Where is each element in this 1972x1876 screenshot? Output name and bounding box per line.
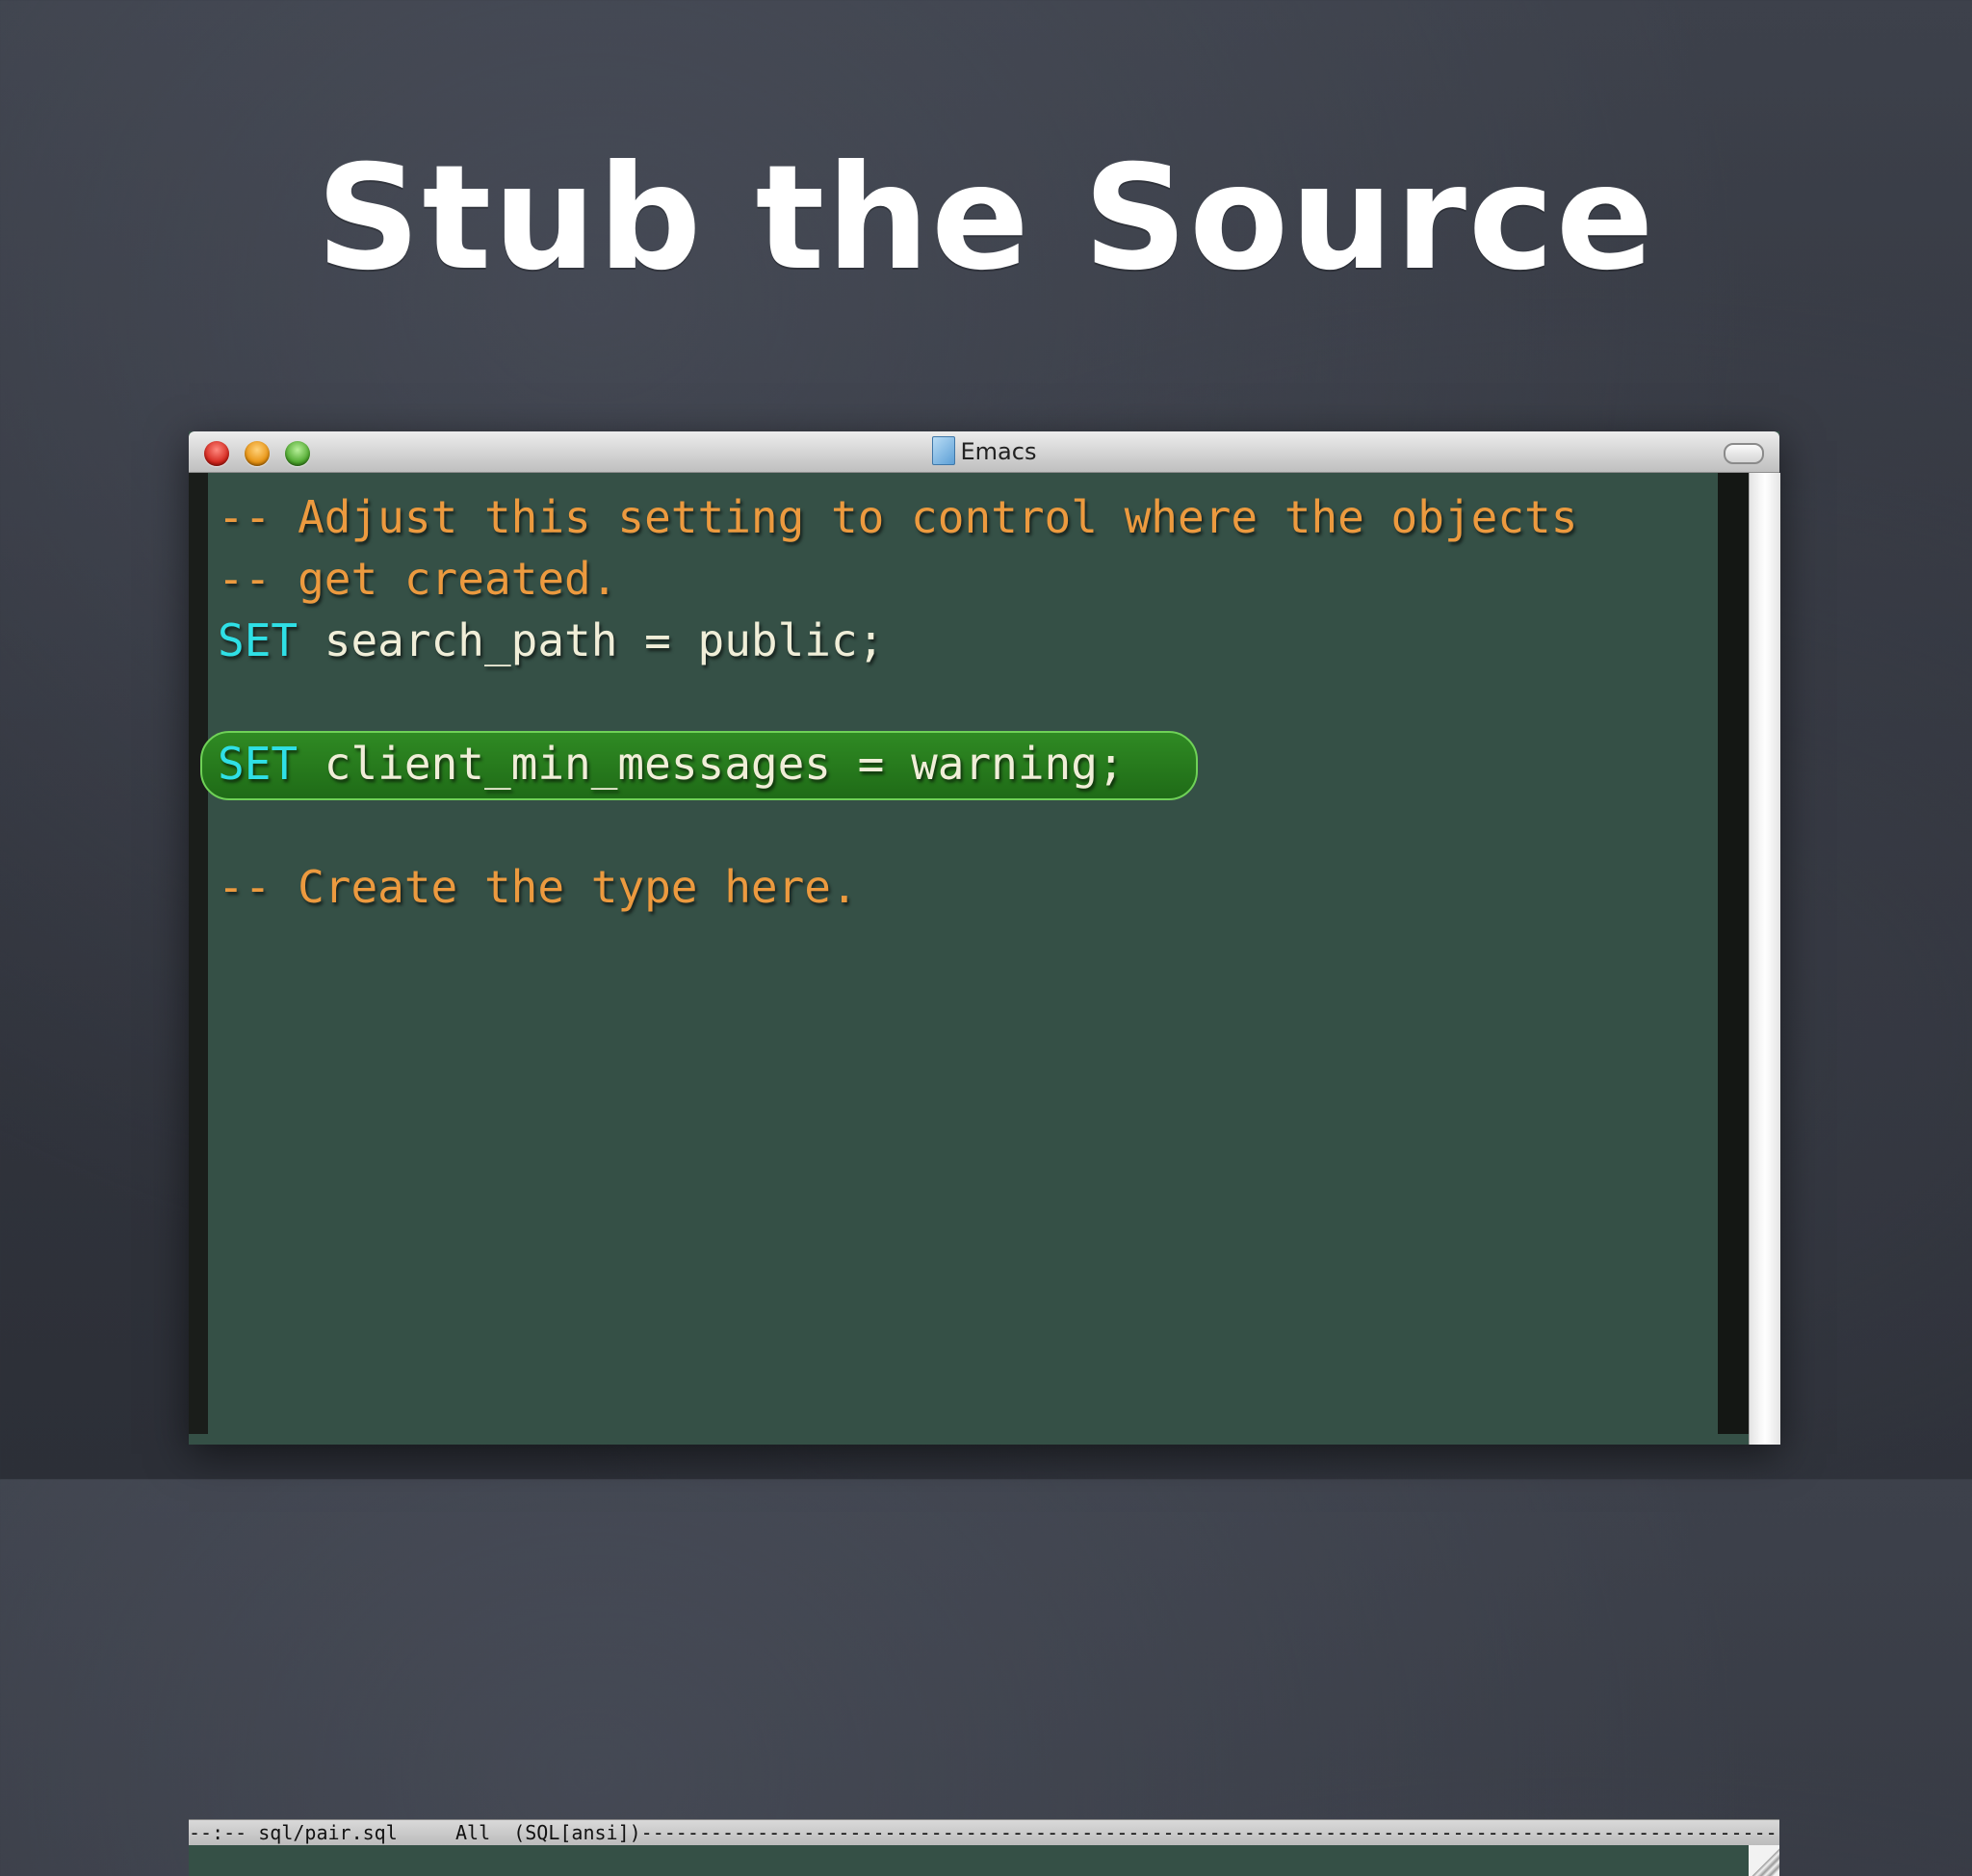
left-fringe <box>189 473 208 1434</box>
editor-buffer[interactable]: -- Adjust this setting to control where … <box>200 473 1718 1434</box>
code-token-keyword: SET <box>218 614 298 666</box>
code-line: -- get created. <box>218 548 617 610</box>
modeline-fill: ----------------------------------------… <box>640 1821 1779 1844</box>
modeline-status: --:-- <box>189 1821 247 1844</box>
toolbar-toggle-icon[interactable] <box>1724 443 1764 464</box>
code-token-plain: client_min_messages = warning; <box>298 738 1125 790</box>
resize-grip-icon[interactable] <box>1749 1845 1779 1876</box>
document-icon <box>931 436 955 465</box>
mode-line: --:-- sql/pair.sql All (SQL[ansi])------… <box>189 1819 1779 1846</box>
right-fringe <box>1718 473 1749 1434</box>
code-line-highlighted: SET client_min_messages = warning; <box>218 733 1125 795</box>
modeline-mode: (SQL[ansi]) <box>513 1821 641 1844</box>
echo-area[interactable] <box>189 1845 1749 1876</box>
code-token-plain: search_path = public; <box>298 614 885 666</box>
window-title-text: Emacs <box>960 438 1037 465</box>
code-line: -- Create the type here. <box>218 856 858 918</box>
window-title: Emacs <box>189 431 1779 472</box>
vertical-scrollbar[interactable] <box>1749 473 1780 1445</box>
window-titlebar[interactable]: Emacs <box>189 431 1779 473</box>
code-token-comment: -- get created. <box>218 553 618 605</box>
modeline-buffer-name: sql/pair.sql <box>258 1821 398 1844</box>
code-token-comment: -- Adjust this setting to control where … <box>218 491 1578 543</box>
code-line: -- Adjust this setting to control where … <box>218 486 1577 548</box>
code-line: SET search_path = public; <box>218 610 884 671</box>
code-token-comment: -- Create the type here. <box>218 861 858 913</box>
modeline-position: All <box>454 1821 491 1844</box>
slide-title: Stub the Source <box>316 135 1656 302</box>
emacs-window: Emacs -- Adjust this setting to control … <box>189 431 1780 1876</box>
code-token-keyword: SET <box>218 738 298 790</box>
